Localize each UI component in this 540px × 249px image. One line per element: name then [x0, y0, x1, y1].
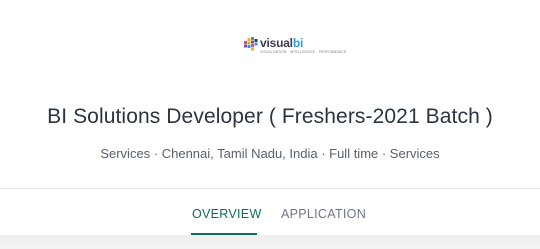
visualbi-logo-icon — [244, 37, 258, 51]
job-header: visualbi VISUALIZATION · INTELLIGENCE · … — [0, 0, 540, 188]
logo-word-visual: visual — [260, 36, 293, 50]
company-logo: visualbi VISUALIZATION · INTELLIGENCE · … — [244, 37, 346, 63]
job-tabs: OVERVIEW APPLICATION — [0, 189, 540, 235]
logo-tagline: VISUALIZATION · INTELLIGENCE · PERFORMAN… — [260, 50, 347, 54]
logo-word-bi: bi — [292, 36, 304, 50]
tab-application[interactable]: APPLICATION — [281, 207, 366, 221]
job-title: BI Solutions Developer ( Freshers-2021 B… — [47, 105, 493, 128]
job-meta: Services · Chennai, Tamil Nadu, India · … — [100, 146, 440, 161]
tab-overview[interactable]: OVERVIEW — [192, 207, 262, 221]
logo-wordmark: visualbi VISUALIZATION · INTELLIGENCE · … — [260, 37, 346, 54]
logo-word: visualbi — [260, 37, 346, 49]
content-background — [0, 235, 540, 249]
